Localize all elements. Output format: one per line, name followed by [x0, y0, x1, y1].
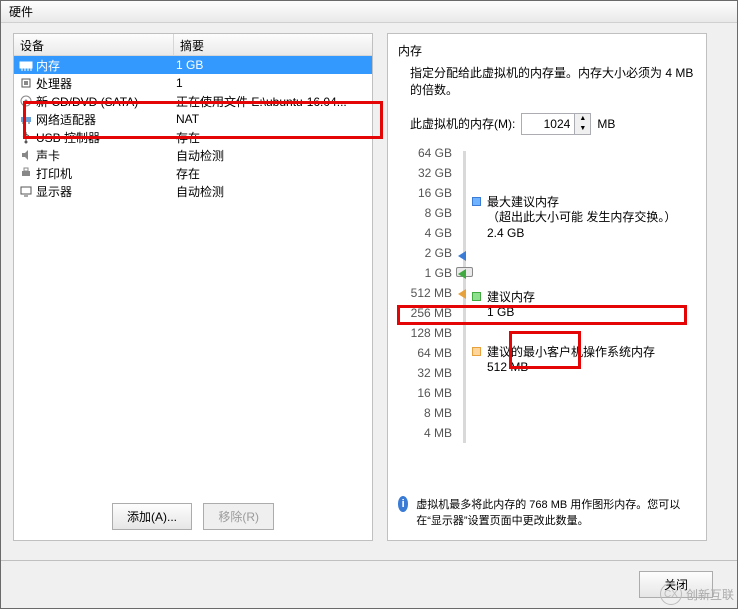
- window-title: 硬件: [9, 5, 33, 19]
- device-row-network[interactable]: 网络适配器 NAT: [14, 110, 372, 128]
- tick-label: 1 GB: [410, 267, 458, 287]
- col-header-summary[interactable]: 摘要: [174, 34, 372, 55]
- cpu-icon: [16, 76, 36, 90]
- memory-icon: [16, 58, 36, 72]
- device-row-printer[interactable]: 打印机 存在: [14, 164, 372, 182]
- max-tri-icon: [458, 251, 466, 261]
- memory-label: 此虚拟机的内存(M):: [410, 115, 515, 132]
- rec-label: 建议内存: [487, 290, 535, 306]
- device-summary: 正在使用文件 E:\ubuntu-16.04...: [176, 93, 370, 110]
- device-name: 新 CD/DVD (SATA): [36, 93, 176, 110]
- col-header-device[interactable]: 设备: [14, 34, 174, 55]
- device-summary: 自动检测: [176, 147, 370, 164]
- section-title: 内存: [398, 42, 696, 59]
- settings-panel: 内存 指定分配给此虚拟机的内存量。内存大小必须为 4 MB 的倍数。 此虚拟机的…: [387, 33, 707, 541]
- close-button[interactable]: 关闭: [639, 571, 713, 598]
- device-rows: 内存 1 GB 处理器 1 新 CD/DVD (SATA) 正在使用文件 E:\…: [14, 56, 372, 493]
- memory-spinner[interactable]: ▲ ▼: [521, 113, 591, 135]
- device-name: USB 控制器: [36, 129, 176, 146]
- device-summary: 存在: [176, 165, 370, 182]
- device-summary: NAT: [176, 112, 370, 126]
- section-desc: 指定分配给此虚拟机的内存量。内存大小必须为 4 MB 的倍数。: [410, 65, 696, 99]
- memory-unit: MB: [597, 117, 615, 131]
- info-icon: i: [398, 496, 408, 512]
- device-name: 打印机: [36, 165, 176, 182]
- sound-icon: [16, 148, 36, 162]
- remove-button: 移除(R): [203, 503, 274, 530]
- tick-label: 32 GB: [410, 167, 458, 187]
- min-tri-icon: [458, 289, 466, 299]
- device-row-usb[interactable]: USB 控制器 存在: [14, 128, 372, 146]
- device-name: 内存: [36, 57, 176, 74]
- device-summary: 1 GB: [176, 58, 370, 72]
- spin-down-icon[interactable]: ▼: [575, 124, 590, 134]
- max-sub: （超出此大小可能 发生内存交换。）: [487, 210, 676, 226]
- min-label: 建议的最小客户机操作系统内存: [487, 345, 655, 361]
- list-buttons: 添加(A)... 移除(R): [14, 493, 372, 540]
- tick-label: 256 MB: [410, 307, 458, 327]
- add-button[interactable]: 添加(A)...: [112, 503, 192, 530]
- info-text: 虚拟机最多将此内存的 768 MB 用作图形内存。您可以在“显示器”设置页面中更…: [416, 496, 696, 528]
- device-row-display[interactable]: 显示器 自动检测: [14, 182, 372, 200]
- tick-label: 2 GB: [410, 247, 458, 267]
- device-list-panel: 设备 摘要 内存 1 GB 处理器 1 新 CD/DVD (SATA) 正在使用…: [13, 33, 373, 541]
- memory-scale: 64 GB32 GB16 GB8 GB4 GB2 GB1 GB512 MB256…: [410, 147, 696, 447]
- device-summary: 1: [176, 76, 370, 90]
- network-icon: [16, 112, 36, 126]
- min-marker-icon: [472, 347, 481, 356]
- printer-icon: [16, 166, 36, 180]
- device-row-sound[interactable]: 声卡 自动检测: [14, 146, 372, 164]
- rec-val: 1 GB: [487, 305, 535, 321]
- device-summary: 自动检测: [176, 183, 370, 200]
- rec-marker-icon: [472, 292, 481, 301]
- min-val: 512 MB: [487, 360, 655, 376]
- tick-label: 32 MB: [410, 367, 458, 387]
- device-name: 处理器: [36, 75, 176, 92]
- device-summary: 存在: [176, 129, 370, 146]
- info-note: i 虚拟机最多将此内存的 768 MB 用作图形内存。您可以在“显示器”设置页面…: [398, 496, 696, 528]
- device-row-cpu[interactable]: 处理器 1: [14, 74, 372, 92]
- usb-icon: [16, 130, 36, 144]
- rec-tri-icon: [458, 269, 466, 279]
- device-name: 网络适配器: [36, 111, 176, 128]
- device-name: 显示器: [36, 183, 176, 200]
- tick-label: 64 GB: [410, 147, 458, 167]
- device-row-disc[interactable]: 新 CD/DVD (SATA) 正在使用文件 E:\ubuntu-16.04..…: [14, 92, 372, 110]
- tick-label: 4 MB: [410, 427, 458, 447]
- tick-label: 64 MB: [410, 347, 458, 367]
- tick-label: 4 GB: [410, 227, 458, 247]
- tick-label: 8 GB: [410, 207, 458, 227]
- device-name: 声卡: [36, 147, 176, 164]
- max-marker-icon: [472, 197, 481, 206]
- device-row-memory[interactable]: 内存 1 GB: [14, 56, 372, 74]
- bottom-bar: 关闭: [1, 560, 737, 608]
- max-val: 2.4 GB: [487, 226, 676, 242]
- disc-icon: [16, 94, 36, 108]
- tick-label: 8 MB: [410, 407, 458, 427]
- display-icon: [16, 184, 36, 198]
- tick-label: 16 GB: [410, 187, 458, 207]
- tick-label: 16 MB: [410, 387, 458, 407]
- memory-input[interactable]: [522, 115, 574, 133]
- tick-label: 512 MB: [410, 287, 458, 307]
- spin-up-icon[interactable]: ▲: [575, 114, 590, 124]
- titlebar: 硬件: [1, 1, 737, 23]
- max-label: 最大建议内存: [487, 195, 676, 211]
- list-header: 设备 摘要: [14, 34, 372, 56]
- tick-label: 128 MB: [410, 327, 458, 347]
